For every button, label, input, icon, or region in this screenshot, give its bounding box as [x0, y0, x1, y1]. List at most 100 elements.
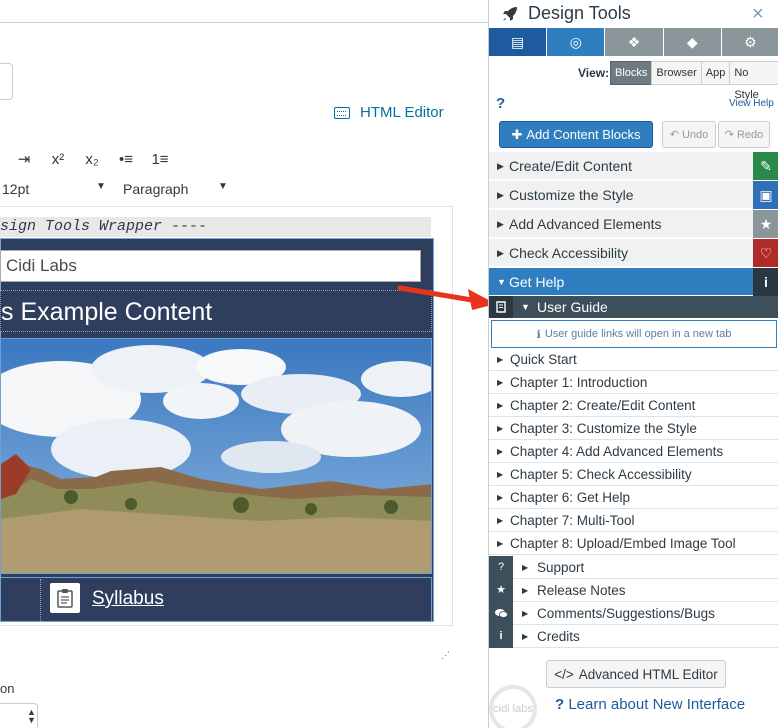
close-icon[interactable]: × — [752, 3, 764, 26]
design-tools-panel: Design Tools × ▤ ◎ ❖ ◆ ⚙ View: Blocks Br… — [488, 0, 778, 728]
undo-icon: ↶ — [669, 129, 679, 141]
keyboard-icon — [334, 106, 350, 119]
user-guide-header[interactable]: ▼ User Guide — [489, 296, 778, 318]
info-icon: i — [753, 268, 778, 296]
plus-icon: ✚ — [511, 126, 523, 142]
undo-label: Undo — [681, 128, 709, 141]
tab-layout[interactable]: ▤ — [489, 28, 548, 56]
section-credits[interactable]: i ▶ Credits — [489, 625, 778, 648]
star-icon: ★ — [489, 579, 513, 602]
chevron-right-icon: ▶ — [497, 378, 504, 387]
format-select[interactable]: Paragraph — [123, 181, 233, 197]
book-icon — [489, 296, 513, 318]
guide-link-chapter-4[interactable]: ▶ Chapter 4: Add Advanced Elements — [489, 440, 778, 463]
tab-tags[interactable]: ◆ — [663, 28, 722, 56]
section-support[interactable]: ? ▶ Support — [489, 556, 778, 579]
syllabus-link[interactable]: Syllabus — [92, 588, 164, 610]
learn-link-label: Learn about New Interface — [568, 696, 746, 713]
guide-link-chapter-5[interactable]: ▶ Chapter 5: Check Accessibility — [489, 463, 778, 486]
section-advanced-elements[interactable]: ▶ Add Advanced Elements ★ — [489, 210, 778, 238]
redo-button[interactable]: ↷ Redo — [718, 121, 770, 148]
chevron-right-icon: ▶ — [497, 248, 504, 258]
resource-label: Release Notes — [537, 583, 626, 598]
section-create-edit[interactable]: ▶ Create/Edit Content ✎ — [489, 152, 778, 180]
chapter-label: Chapter 1: Introduction — [510, 375, 648, 390]
section-get-help[interactable]: ▼ Get Help i — [489, 268, 778, 296]
user-guide-label: User Guide — [537, 299, 608, 315]
clipboard-icon — [50, 583, 80, 613]
indent-icon[interactable]: ⇥ — [14, 150, 34, 168]
numbered-list-icon[interactable]: 1≡ — [150, 151, 170, 168]
chevron-right-icon: ▶ — [497, 516, 504, 525]
view-app-button[interactable]: App — [700, 61, 731, 85]
section-check-accessibility[interactable]: ▶ Check Accessibility ♡ — [489, 239, 778, 267]
chevron-right-icon: ▶ — [522, 563, 529, 572]
cubes-icon: ❖ — [627, 33, 641, 50]
chevron-right-icon: ▶ — [497, 493, 504, 502]
question-icon: ? — [555, 696, 565, 713]
question-icon[interactable]: ? — [496, 95, 505, 112]
section-release-notes[interactable]: ★ ▶ Release Notes — [489, 579, 778, 602]
learn-new-interface-link[interactable]: ? Learn about New Interface — [555, 696, 745, 713]
editor-toolbar: ⇥ x² x₂ •≡ 1≡ — [14, 150, 170, 169]
resource-label: Comments/Suggestions/Bugs — [537, 606, 715, 621]
wand-icon: ✎ — [753, 152, 778, 180]
tab-cubes[interactable]: ❖ — [605, 28, 664, 56]
section-comments[interactable]: ▶ Comments/Suggestions/Bugs — [489, 602, 778, 625]
guide-link-chapter-3[interactable]: ▶ Chapter 3: Customize the Style — [489, 417, 778, 440]
chevron-right-icon: ▶ — [497, 447, 504, 456]
tab-target[interactable]: ◎ — [547, 28, 606, 56]
chapter-label: Chapter 3: Customize the Style — [510, 421, 697, 436]
gears-icon: ⚙ — [744, 33, 757, 50]
view-switcher: View: Blocks Browser App No Style — [489, 61, 778, 101]
guide-link-chapter-6[interactable]: ▶ Chapter 6: Get Help — [489, 486, 778, 509]
undo-button[interactable]: ↶ Undo — [662, 121, 716, 148]
chapter-label: Chapter 2: Create/Edit Content — [510, 398, 696, 413]
guide-link-chapter-8[interactable]: ▶ Chapter 8: Upload/Embed Image Tool — [489, 532, 778, 555]
chevron-right-icon: ▶ — [497, 424, 504, 433]
divider — [40, 579, 41, 621]
view-browser-button[interactable]: Browser — [651, 61, 702, 85]
rich-content-editor: HTML Editor ⇥ x² x₂ •≡ 1≡ 12pt ▼ Paragra… — [0, 0, 488, 728]
advanced-html-editor-button[interactable]: </> Advanced HTML Editor — [546, 660, 726, 688]
chevron-right-icon: ▶ — [522, 586, 529, 595]
view-label: View: — [578, 66, 610, 80]
info-icon: i — [489, 625, 513, 648]
view-help-link[interactable]: View Help — [729, 98, 774, 109]
view-blocks-button[interactable]: Blocks — [610, 61, 653, 85]
chevron-down-icon: ▼ — [521, 302, 530, 312]
guide-link-chapter-7[interactable]: ▶ Chapter 7: Multi-Tool — [489, 509, 778, 532]
banner-image — [0, 338, 432, 574]
question-icon: ? — [489, 556, 513, 579]
resize-handle-icon[interactable]: ⋰ — [441, 650, 451, 660]
view-no-style-button[interactable]: No Style — [729, 61, 778, 101]
subscript-icon[interactable]: x₂ — [82, 151, 102, 168]
resource-label: Credits — [537, 629, 580, 644]
header-bar: Cidi Labs — [0, 250, 421, 282]
info-icon: ℹ — [536, 328, 541, 341]
chevron-right-icon: ▶ — [497, 161, 504, 171]
chevron-right-icon: ▶ — [497, 355, 504, 364]
chevron-right-icon: ▶ — [522, 632, 529, 641]
guide-link-quick-start[interactable]: ▶ Quick Start — [489, 348, 778, 371]
layout-icon: ▤ — [510, 33, 525, 50]
new-tab-notice: ℹ User guide links will open in a new ta… — [491, 320, 777, 348]
tab-gears[interactable]: ⚙ — [721, 28, 778, 56]
chapter-label: Quick Start — [510, 352, 577, 367]
chevron-right-icon: ▶ — [497, 219, 504, 229]
bullet-list-icon[interactable]: •≡ — [116, 151, 136, 168]
section-label: Check Accessibility — [509, 245, 629, 261]
chevron-down-icon: ▼ — [218, 181, 228, 192]
chevron-right-icon: ▶ — [497, 539, 504, 548]
title-input[interactable] — [0, 63, 13, 100]
guide-link-chapter-2[interactable]: ▶ Chapter 2: Create/Edit Content — [489, 394, 778, 417]
comments-icon — [489, 602, 513, 625]
html-editor-link[interactable]: HTML Editor — [334, 104, 444, 121]
panel-header: Design Tools × — [489, 0, 778, 28]
add-content-blocks-button[interactable]: ✚ Add Content Blocks — [499, 121, 653, 148]
superscript-icon[interactable]: x² — [48, 151, 68, 168]
chapter-label: Chapter 7: Multi-Tool — [510, 513, 635, 528]
guide-link-chapter-1[interactable]: ▶ Chapter 1: Introduction — [489, 371, 778, 394]
notice-text: User guide links will open in a new tab — [544, 328, 732, 340]
section-customize-style[interactable]: ▶ Customize the Style ▣ — [489, 181, 778, 209]
